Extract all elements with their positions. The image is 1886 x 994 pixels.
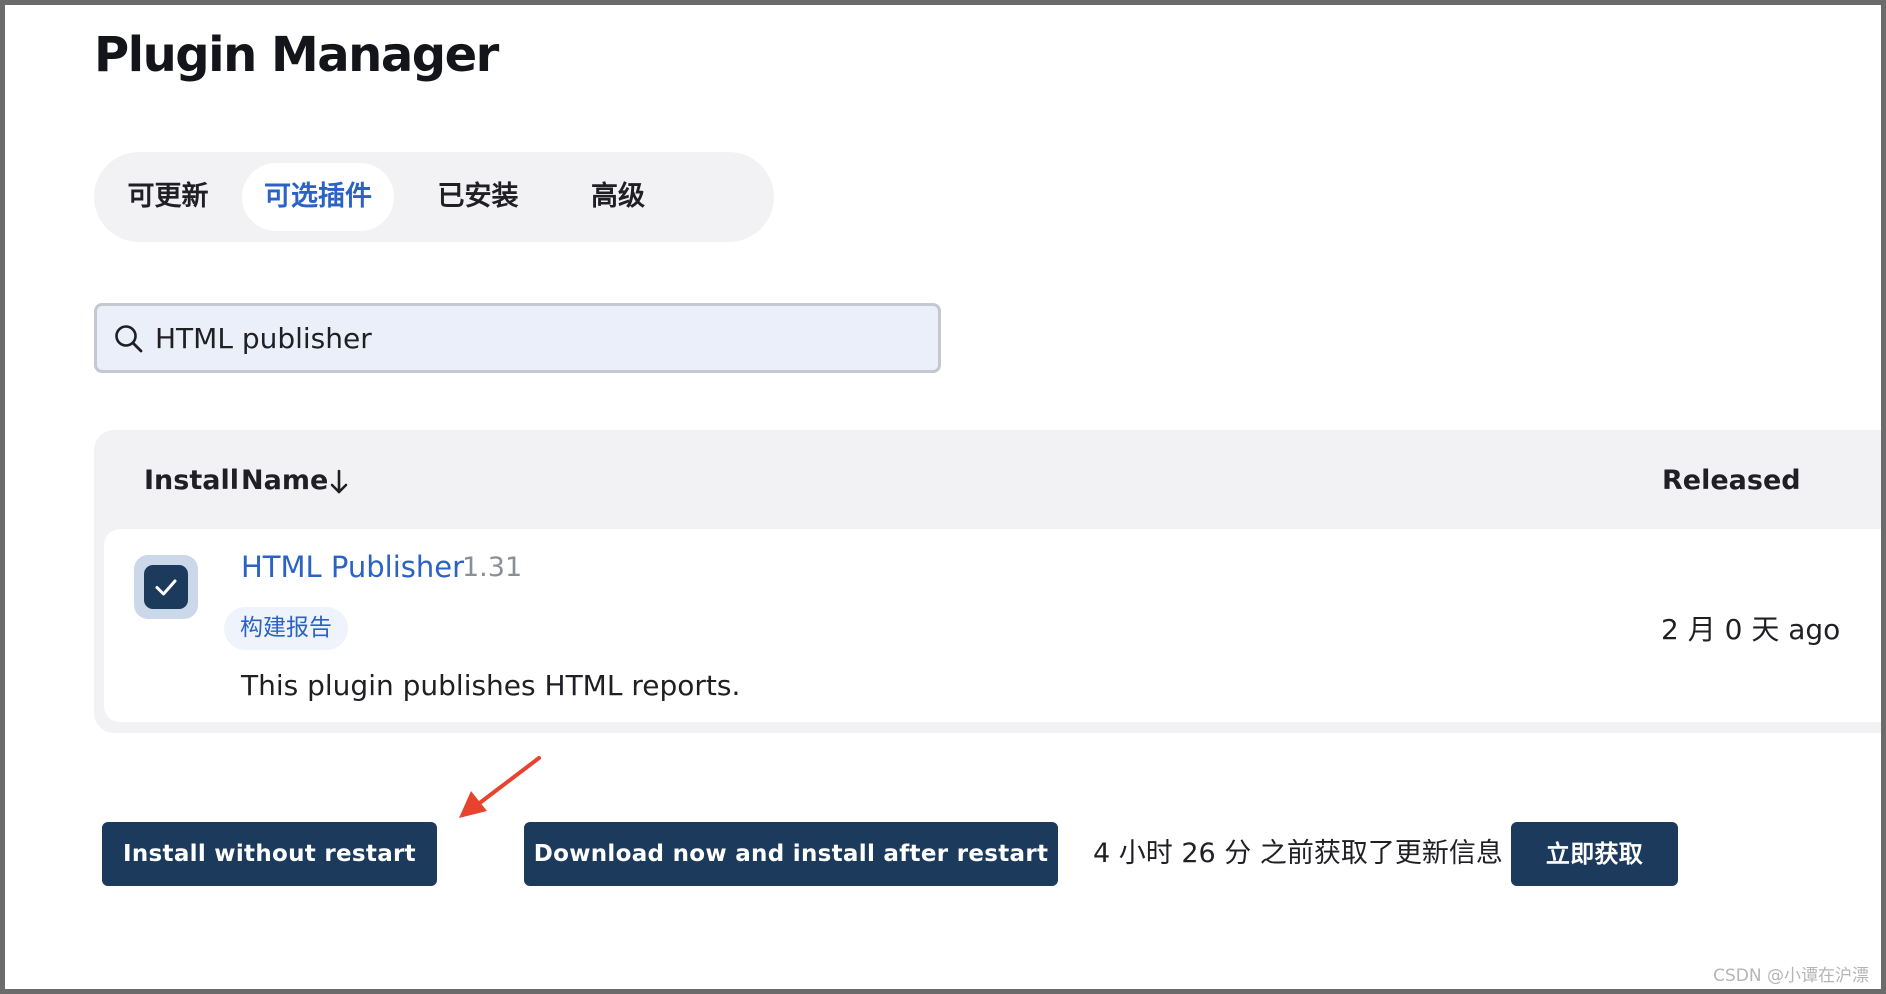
plugin-tabs: 可更新 可选插件 已安装 高级 [94, 152, 774, 242]
search-input[interactable] [155, 306, 915, 370]
arrow-down-icon[interactable] [327, 467, 351, 497]
fetch-now-button[interactable]: 立即获取 [1511, 822, 1678, 886]
page-title: Plugin Manager [94, 27, 499, 83]
column-header-released[interactable]: Released [1662, 465, 1801, 496]
plugin-name-link[interactable]: HTML Publisher [241, 550, 464, 584]
plugin-table: Install Name Released HTML Publisher 1.3… [94, 430, 1881, 733]
search-icon [115, 325, 143, 353]
install-checkbox[interactable] [134, 555, 198, 619]
tab-installed[interactable]: 已安装 [412, 163, 544, 231]
download-install-after-restart-button[interactable]: Download now and install after restart [524, 822, 1058, 886]
update-info-text: 4 小时 26 分 之前获取了更新信息 [1093, 838, 1503, 869]
column-header-install[interactable]: Install [144, 465, 239, 496]
table-row: HTML Publisher 1.31 构建报告 This plugin pub… [104, 529, 1881, 722]
tab-updates[interactable]: 可更新 [112, 163, 224, 231]
checkbox-checked [144, 565, 188, 609]
category-tag[interactable]: 构建报告 [224, 607, 348, 650]
column-header-name[interactable]: Name [241, 465, 328, 496]
search-box [94, 303, 941, 373]
install-without-restart-button[interactable]: Install without restart [102, 822, 437, 886]
jenkins-plugin-manager-window: Plugin Manager 可更新 可选插件 已安装 高级 Install N… [0, 0, 1886, 994]
tab-available[interactable]: 可选插件 [242, 163, 394, 231]
plugin-version: 1.31 [462, 552, 523, 583]
tab-advanced[interactable]: 高级 [562, 163, 674, 231]
annotation-arrow-icon [459, 756, 541, 818]
released-date: 2 月 0 天 ago [1661, 613, 1841, 646]
check-icon [155, 579, 177, 596]
plugin-description: This plugin publishes HTML reports. [241, 669, 741, 702]
watermark: CSDN @小谭在沪漂 [1713, 966, 1869, 986]
